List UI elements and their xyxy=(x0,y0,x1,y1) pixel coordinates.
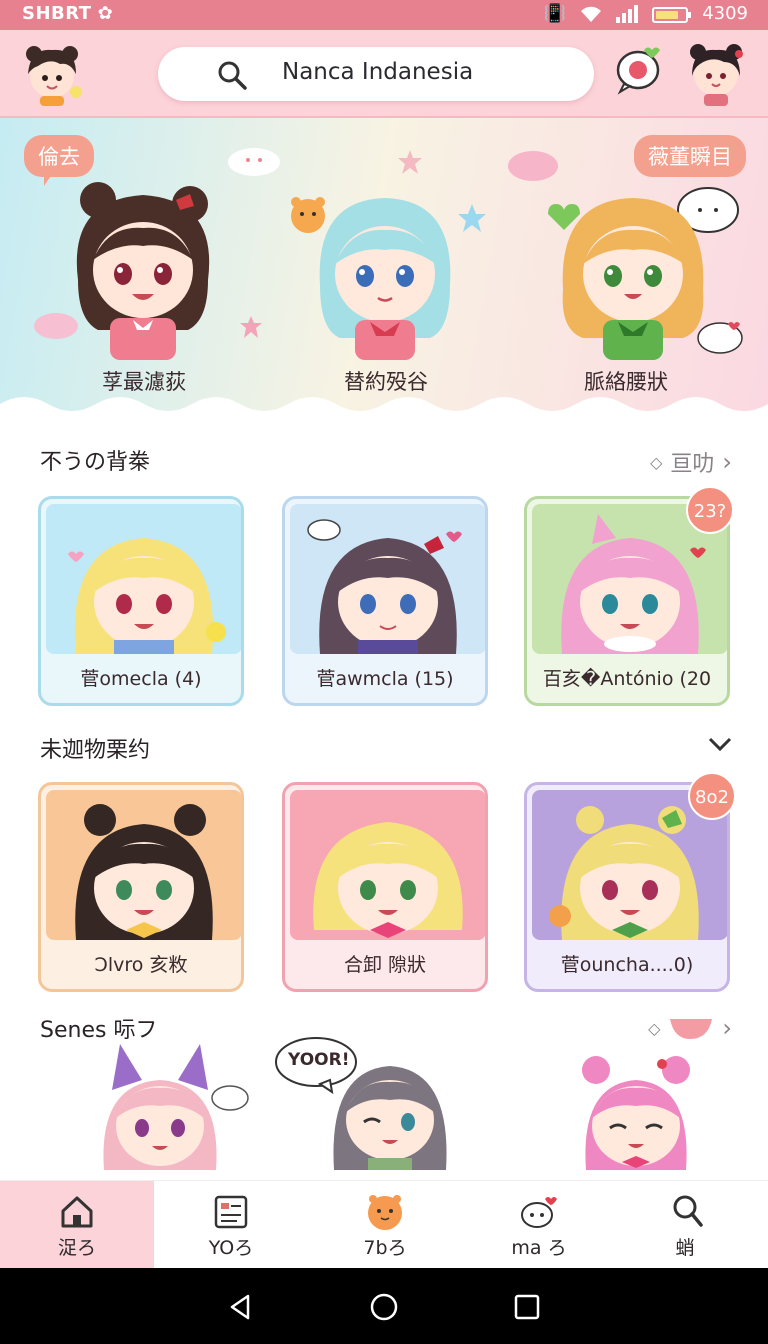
nav-item-chat[interactable]: ma ろ xyxy=(462,1181,616,1269)
nav-item-profile[interactable]: 蛸 xyxy=(608,1181,762,1269)
hero-character-3[interactable] xyxy=(548,170,718,360)
hero-character-2[interactable] xyxy=(300,170,470,360)
app-bar: Nanca Indanesia xyxy=(0,30,768,118)
search-bar[interactable]: Nanca Indanesia xyxy=(158,47,594,101)
diamond-icon: ◇ xyxy=(650,452,663,472)
card-character-image xyxy=(290,504,485,654)
nav-label: YOろ xyxy=(208,1237,254,1259)
character-card[interactable]: 菅awmcla (15) xyxy=(282,496,488,706)
flower-icon: ✿ xyxy=(97,3,114,24)
back-icon[interactable] xyxy=(226,1292,256,1322)
clock-text: 4309 xyxy=(702,3,748,24)
status-bar: SHBRT ✿ 📳 4309 xyxy=(0,0,768,30)
section1-see-more[interactable]: ◇ 亘叻 › xyxy=(650,446,732,478)
nav-item-home[interactable]: 浞ろ xyxy=(0,1181,154,1269)
chevron-right-icon: › xyxy=(722,1014,732,1042)
nav-label: ma ろ xyxy=(511,1237,567,1259)
sticker-icon xyxy=(670,1019,713,1039)
section1-more-label: 亘叻 xyxy=(670,452,715,477)
card-label: 菅ouncha....0) xyxy=(560,954,694,976)
card-character-image xyxy=(46,504,241,654)
chat-bubble-icon[interactable] xyxy=(612,42,666,96)
card-label: Ɔlvro 亥敉 xyxy=(94,954,188,976)
preview-character[interactable] xyxy=(566,1040,706,1170)
card-label: 菅awmcla (15) xyxy=(316,668,454,690)
profile-icon xyxy=(673,1195,703,1227)
signal-icon xyxy=(616,4,639,23)
nav-label: 浞ろ xyxy=(57,1237,96,1259)
nav-item-mascot[interactable]: 7bろ xyxy=(308,1181,462,1269)
cloud-icon xyxy=(211,1085,249,1111)
section2-title: 未迦物栗约 xyxy=(40,738,151,763)
section1-title: 不うの背桊 xyxy=(40,450,151,475)
card-character-image xyxy=(46,790,241,940)
nav-label: 7bろ xyxy=(363,1237,407,1259)
search-icon[interactable] xyxy=(216,59,248,91)
card-character-image xyxy=(290,790,485,940)
nav-item-calendar[interactable]: YOろ xyxy=(154,1181,308,1269)
nav-label: 蛸 xyxy=(675,1237,695,1259)
calendar-icon xyxy=(214,1195,248,1229)
cloud-icon xyxy=(228,148,280,176)
diamond-icon: ◇ xyxy=(648,1018,661,1038)
hero-wave-divider xyxy=(0,397,768,418)
battery-icon xyxy=(652,6,692,23)
profile-avatar-icon[interactable] xyxy=(684,40,748,106)
mascot-icon xyxy=(368,1195,402,1230)
chevron-down-icon[interactable] xyxy=(706,734,734,754)
hero-character-1[interactable] xyxy=(58,170,228,360)
recents-icon[interactable] xyxy=(512,1292,542,1322)
home-icon xyxy=(61,1196,93,1228)
character-card[interactable]: Ɔlvro 亥敉 xyxy=(38,782,244,992)
bottom-nav: 浞ろ YOろ 7bろ ma ろ 蛸 xyxy=(0,1180,768,1269)
system-nav-bar xyxy=(0,1268,768,1344)
count-badge: 23? xyxy=(686,486,734,534)
card-label: 百亥�António (20 xyxy=(542,668,712,690)
menu-avatar-icon[interactable] xyxy=(20,40,84,106)
carrier-text: SHBRT xyxy=(22,3,92,24)
chat-icon xyxy=(521,1197,557,1228)
preview-character[interactable] xyxy=(90,1040,230,1170)
wifi-icon xyxy=(581,6,602,22)
section3-see-more[interactable]: ◇ › xyxy=(648,1014,732,1042)
character-card[interactable]: 合卸 隙狀 xyxy=(282,782,488,992)
preview-character[interactable] xyxy=(320,1040,460,1170)
count-badge: 8o2 xyxy=(688,772,736,820)
chevron-right-icon: › xyxy=(722,448,732,476)
search-input[interactable]: Nanca Indanesia xyxy=(282,59,473,85)
card-label: 菅omecla (4) xyxy=(80,668,202,690)
character-card[interactable]: 菅omecla (4) xyxy=(38,496,244,706)
home-circle-icon[interactable] xyxy=(369,1292,399,1322)
hero-banner: 倫去 薇董瞬目 莩最濾荻 替約殁谷 脈絡腰狀 xyxy=(0,118,768,418)
star-icon xyxy=(240,316,262,338)
card-label: 合卸 隙狀 xyxy=(343,954,427,976)
vibrate-icon: 📳 xyxy=(543,3,567,24)
